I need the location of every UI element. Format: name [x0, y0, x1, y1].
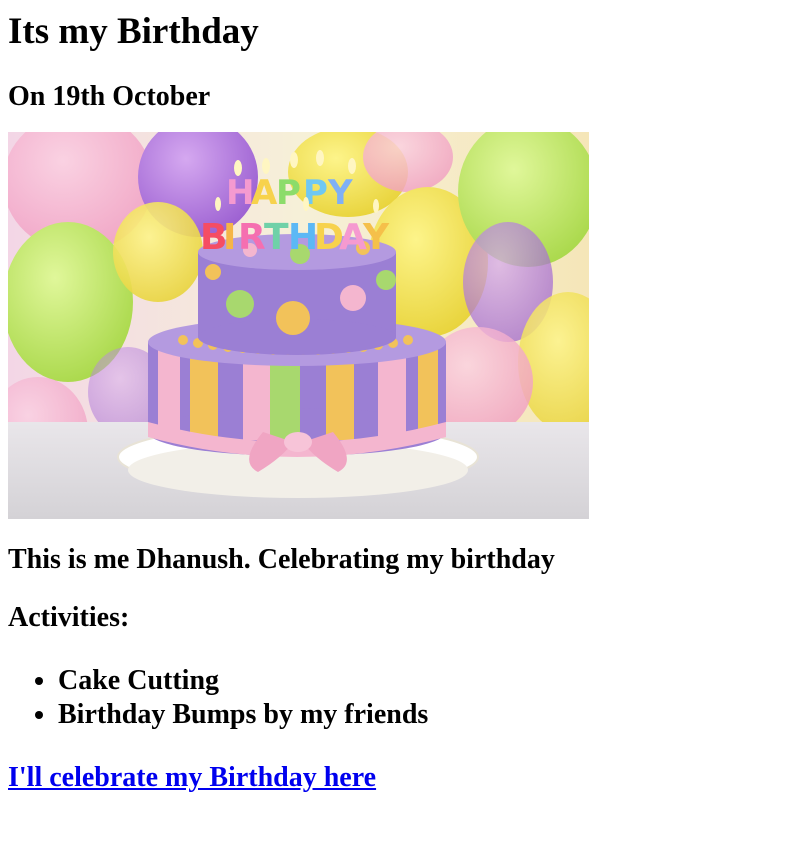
- birthday-cake-image: H A P P Y B I R T H D A Y: [8, 132, 589, 519]
- svg-text:I: I: [223, 217, 236, 258]
- activities-heading: Activities:: [8, 602, 130, 633]
- svg-text:A: A: [251, 173, 278, 213]
- svg-text:Y: Y: [362, 217, 390, 258]
- page-title: Its my Birthday: [8, 11, 259, 52]
- page-content: Its my Birthday On 19th October H A P P …: [0, 10, 789, 795]
- list-item: Cake Cutting: [58, 664, 781, 698]
- birthday-date: On 19th October: [8, 81, 211, 112]
- svg-text:T: T: [264, 217, 289, 258]
- photo-caption: This is me Dhanush. Celebrating my birth…: [8, 544, 555, 575]
- svg-text:P: P: [276, 173, 301, 213]
- svg-text:Y: Y: [327, 173, 353, 213]
- activities-list: Cake Cutting Birthday Bumps by my friend…: [8, 664, 781, 732]
- celebrate-link[interactable]: I'll celebrate my Birthday here: [8, 761, 376, 795]
- svg-text:R: R: [238, 217, 266, 258]
- list-item: Birthday Bumps by my friends: [58, 698, 781, 732]
